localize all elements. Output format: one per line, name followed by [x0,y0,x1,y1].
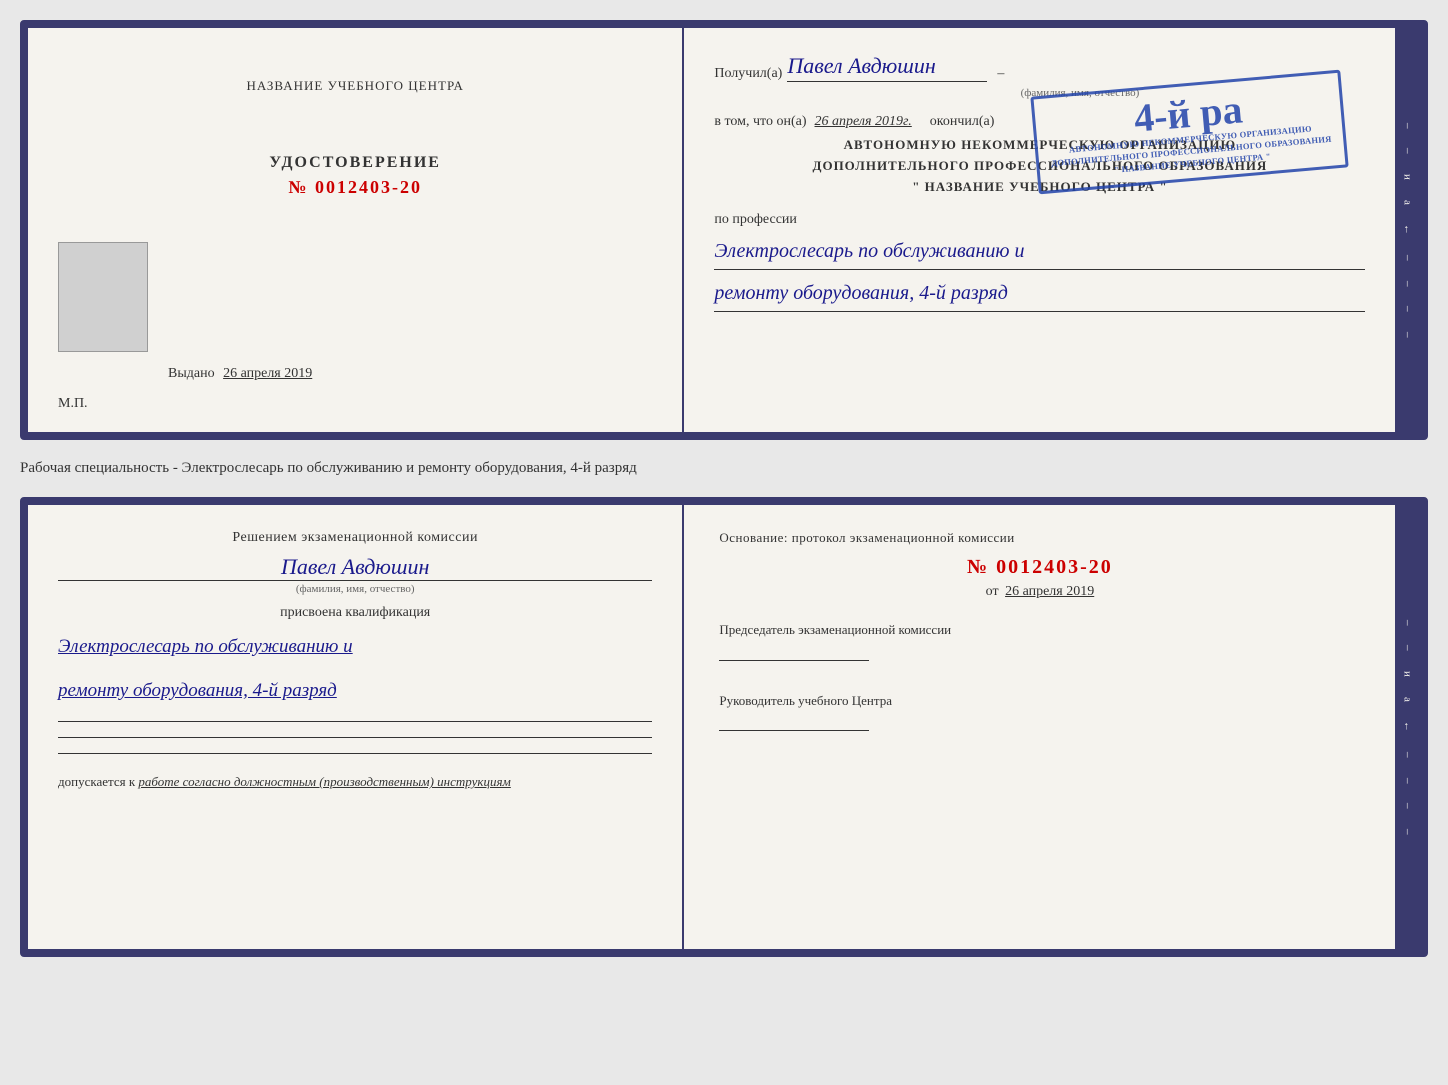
profession-line1-bottom: Электрослесарь по обслуживанию и [58,629,652,665]
top-center-title: НАЗВАНИЕ УЧЕБНОГО ЦЕНТРА [246,78,463,94]
protocol-number: № 0012403-20 [719,556,1360,579]
po-professii-label: по профессии [714,212,1365,228]
blank-line2 [58,737,652,738]
blank-line1 [58,721,652,722]
separator-text: Рабочая специальность - Электрослесарь п… [20,452,1428,485]
profession-line2-bottom: ремонту оборудования, 4-й разряд [58,673,652,709]
side-dash-b4: – [1402,778,1414,784]
side-dash6: – [1402,332,1414,338]
profession-line1-top: Электрослесарь по обслуживанию и [714,233,1365,270]
ot-date-value: 26 апреля 2019 [1005,584,1094,599]
side-dash-b5: – [1402,803,1414,809]
side-dash-b1: – [1402,620,1414,626]
side-dash5: – [1402,306,1414,312]
poluchil-label: Получил(a) [714,66,782,82]
side-a: а [1402,200,1414,205]
bottom-doc-right: Основание: протокол экзаменационной коми… [684,505,1395,949]
side-dash-b6: – [1402,829,1414,835]
side-dash-b3: – [1402,752,1414,758]
page-wrapper: НАЗВАНИЕ УЧЕБНОГО ЦЕНТРА УДОСТОВЕРЕНИЕ №… [20,20,1428,957]
side-dash1: – [1402,123,1414,129]
side-i: и [1402,174,1414,180]
vydano-date: 26 апреля 2019 [223,366,312,381]
dopuskaetsya-block: допускается к работе согласно должностны… [58,774,652,790]
top-doc-left: НАЗВАНИЕ УЧЕБНОГО ЦЕНТРА УДОСТОВЕРЕНИЕ №… [28,28,684,432]
ot-date-block: от 26 апреля 2019 [719,584,1360,600]
mp-label: М.П. [58,396,88,412]
dopuskaetsya-label: допускается к [58,774,135,789]
side-i-b: и [1402,671,1414,677]
dopuskaetsya-work-text: работе согласно должностным (производств… [138,774,510,789]
rukovoditel-signature-line [719,730,869,731]
ot-label: от [986,584,999,599]
rukovoditel-label: Руководитель учебного Центра [719,691,1360,711]
photo-placeholder [58,242,148,352]
vydano-line: Выдано 26 апреля 2019 [168,366,312,382]
osnovanie-text: Основание: протокол экзаменационной коми… [719,530,1360,546]
fio-subtitle-bottom: (фамилия, имя, отчество) [58,583,652,595]
predsedatel-block: Председатель экзаменационной комиссии [719,620,1360,661]
predsedatel-label: Председатель экзаменационной комиссии [719,620,1360,640]
udostoverenie-title: УДОСТОВЕРЕНИЕ [269,154,441,172]
top-document: НАЗВАНИЕ УЧЕБНОГО ЦЕНТРА УДОСТОВЕРЕНИЕ №… [20,20,1428,440]
side-bar-bottom: – – и а ← – – – – [1395,505,1420,949]
side-arrow-b: ← [1402,721,1414,732]
side-a-b: а [1402,697,1414,702]
rukovoditel-block: Руководитель учебного Центра [719,691,1360,732]
bottom-doc-left: Решением экзаменационной комиссии Павел … [28,505,684,949]
person-name-bottom: Павел Авдюшин [58,554,652,581]
blank-line3 [58,753,652,754]
side-dash4: – [1402,281,1414,287]
okochil-label: окончил(а) [930,114,995,130]
doc-number-top: № 0012403-20 [288,177,422,198]
side-bar-top: – – и а ← – – – – [1395,28,1420,432]
side-arrow: ← [1402,224,1414,235]
side-dash3: – [1402,255,1414,261]
profession-line2-top: ремонту оборудования, 4-й разряд [714,275,1365,312]
recipient-name: Павел Авдюшин [787,53,987,82]
dash-top: – [997,66,1004,82]
predsedatel-signature-line [719,660,869,661]
side-dash2: – [1402,148,1414,154]
resheniem-text: Решением экзаменационной комиссии [58,530,652,546]
vydano-label: Выдано [168,366,215,381]
vtom-label: в том, что он(a) [714,114,806,130]
vtom-date: 26 апреля 2019г. [815,114,912,130]
top-doc-right: Получил(a) Павел Авдюшин – (фамилия, имя… [684,28,1395,432]
prisvoena-text: присвоена квалификация [58,605,652,621]
bottom-document: Решением экзаменационной комиссии Павел … [20,497,1428,957]
side-dash-b2: – [1402,645,1414,651]
